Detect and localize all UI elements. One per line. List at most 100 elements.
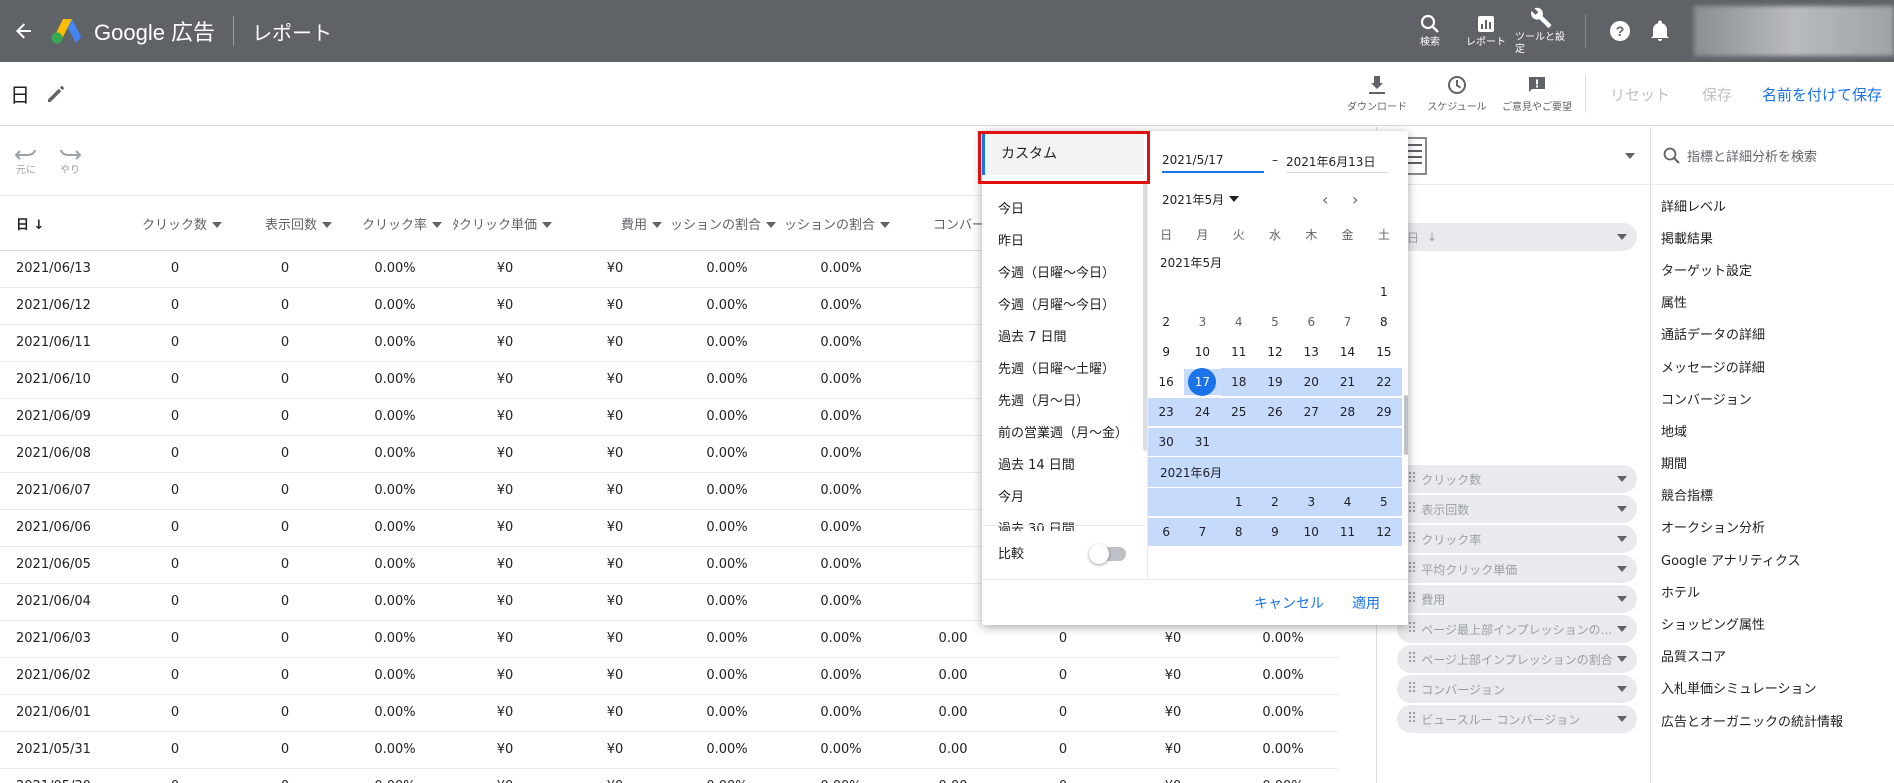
calendar-day[interactable]: 9 [1148, 339, 1184, 365]
calendar-day[interactable]: 12 [1365, 518, 1402, 546]
drag-handle-icon[interactable]: ⠿ [1407, 561, 1417, 577]
feedback-button[interactable]: ご意見やご要望 [1497, 75, 1577, 113]
column-header[interactable]: 表示回数 [230, 197, 340, 251]
metric-category[interactable]: ショッピング属性 [1651, 607, 1894, 639]
preset-item[interactable]: 今週（月曜～今日） [982, 287, 1145, 319]
metrics-search[interactable]: 指標と詳細分析を検索 [1651, 127, 1894, 185]
calendar-day[interactable]: 31 [1184, 428, 1221, 456]
chevron-down-icon[interactable] [880, 222, 891, 229]
calendar-day[interactable]: 18 [1220, 368, 1257, 396]
save-as-button[interactable]: 名前を付けて保存 [1762, 84, 1882, 105]
calendar-day[interactable]: 29 [1365, 398, 1402, 426]
calendar-day[interactable]: 21 [1329, 368, 1366, 396]
chevron-down-icon[interactable] [1617, 656, 1627, 662]
calendar-day[interactable]: 22 [1365, 368, 1402, 396]
calendar-scrollbar[interactable] [1404, 395, 1408, 455]
calendar-day[interactable]: 14 [1329, 339, 1365, 365]
cancel-button[interactable]: キャンセル [1254, 593, 1324, 613]
drag-handle-icon[interactable]: ⠿ [1407, 681, 1417, 697]
calendar-day[interactable]: 16 [1148, 369, 1184, 395]
chevron-down-icon[interactable] [1617, 596, 1627, 602]
drag-handle-icon[interactable]: ⠿ [1407, 501, 1417, 517]
metric-category[interactable]: 広告とオーガニックの統計情報 [1651, 704, 1894, 736]
month-selector[interactable]: 2021年5月 [1162, 191, 1224, 208]
calendar-day[interactable]: 5 [1365, 488, 1402, 516]
save-button[interactable]: 保存 [1702, 84, 1732, 105]
chevron-down-icon[interactable] [1617, 566, 1627, 572]
apply-button[interactable]: 適用 [1352, 593, 1380, 613]
header-search-button[interactable]: 検索 [1403, 14, 1457, 49]
metric-category[interactable]: 入札単価シミュレーション [1651, 672, 1894, 704]
calendar-day[interactable]: 10 [1293, 518, 1330, 546]
preset-item[interactable]: 今週（日曜～今日） [982, 255, 1145, 287]
calendar-day[interactable]: 3 [1293, 488, 1330, 516]
metric-category[interactable]: 競合指標 [1651, 479, 1894, 511]
redo-button[interactable]: やり [58, 147, 82, 176]
pencil-edit-icon[interactable] [46, 84, 66, 104]
preset-item[interactable]: 過去 7 日間 [982, 319, 1145, 351]
calendar-day[interactable]: 17 [1184, 368, 1221, 396]
column-chip[interactable]: ⠿ クリック率 [1397, 525, 1637, 553]
calendar-day[interactable]: 4 [1329, 488, 1366, 516]
drag-handle-icon[interactable]: ⠿ [1407, 591, 1417, 607]
calendar-day[interactable]: 20 [1293, 368, 1330, 396]
column-chip[interactable]: ⠿ クリック数 [1397, 465, 1637, 493]
calendar-day[interactable]: 27 [1293, 398, 1330, 426]
chevron-down-icon[interactable] [1617, 686, 1627, 692]
calendar-day[interactable]: 13 [1293, 339, 1329, 365]
calendar-day[interactable]: 30 [1148, 428, 1185, 456]
preset-item[interactable]: 過去 14 日間 [982, 447, 1145, 479]
calendar-day[interactable]: 10 [1184, 339, 1220, 365]
chevron-down-icon[interactable] [432, 222, 442, 229]
compare-toggle[interactable] [1089, 544, 1126, 564]
calendar-day[interactable]: 6 [1148, 518, 1185, 546]
chevron-down-icon[interactable] [1617, 626, 1627, 632]
download-button[interactable]: ダウンロード [1337, 75, 1417, 113]
column-header[interactable]: ﾀクリック単価 [450, 197, 560, 251]
calendar-day[interactable]: 7 [1329, 309, 1365, 335]
chevron-right-icon[interactable]: › [1352, 190, 1358, 209]
metric-category[interactable]: 掲載結果 [1651, 221, 1894, 253]
preset-scrollbar[interactable] [1143, 183, 1147, 451]
preset-item[interactable]: 前の営業週（月～金） [982, 415, 1145, 447]
metric-category[interactable]: メッセージの詳細 [1651, 350, 1894, 382]
calendar-day[interactable]: 19 [1256, 368, 1294, 396]
end-date-input[interactable]: 2021年6月13日 [1286, 147, 1388, 173]
preset-item[interactable]: 先週（月～日） [982, 383, 1145, 415]
sort-row[interactable]: 日 ↓ [1397, 223, 1637, 251]
preset-item[interactable]: 先週（日曜～土曜） [982, 351, 1145, 383]
chevron-down-icon[interactable] [1617, 506, 1627, 512]
chevron-down-icon[interactable] [652, 222, 662, 229]
metric-category[interactable]: 詳細レベル [1651, 189, 1894, 221]
chevron-down-icon[interactable] [1617, 536, 1627, 542]
calendar-day[interactable]: 11 [1329, 518, 1366, 546]
column-chip[interactable]: ⠿ ページ上部インプレッションの割合 [1397, 645, 1637, 673]
undo-button[interactable]: 元に [14, 147, 38, 176]
calendar-day[interactable]: 7 [1184, 518, 1221, 546]
column-chip[interactable]: ⠿ 費用 [1397, 585, 1637, 613]
metric-category[interactable]: ターゲット設定 [1651, 253, 1894, 285]
chevron-down-icon[interactable] [1617, 476, 1627, 482]
column-chip[interactable]: ⠿ 表示回数 [1397, 495, 1637, 523]
calendar-day[interactable]: 5 [1257, 309, 1293, 335]
chevron-down-icon[interactable] [322, 222, 332, 229]
start-date-input[interactable]: 2021/5/17 [1162, 147, 1264, 173]
column-chip[interactable]: ⠿ コンバージョン [1397, 675, 1637, 703]
calendar-day[interactable]: 11 [1221, 339, 1257, 365]
schedule-button[interactable]: スケジュール [1417, 75, 1497, 113]
chevron-left-icon[interactable]: ‹ [1322, 190, 1328, 209]
google-ads-logo-icon[interactable] [50, 17, 84, 45]
calendar-day[interactable]: 6 [1293, 309, 1329, 335]
metric-category[interactable]: 地域 [1651, 414, 1894, 446]
preset-item[interactable]: 今日 [982, 191, 1145, 223]
calendar-day[interactable]: 12 [1257, 339, 1293, 365]
preset-item[interactable]: 今月 [982, 479, 1145, 511]
metric-category[interactable]: 属性 [1651, 286, 1894, 318]
drag-handle-icon[interactable]: ⠿ [1407, 531, 1417, 547]
chevron-down-icon[interactable] [766, 222, 777, 229]
reset-button[interactable]: リセット [1610, 84, 1670, 105]
preset-item[interactable]: 昨日 [982, 223, 1145, 255]
chevron-down-icon[interactable] [1229, 196, 1240, 202]
chevron-down-icon[interactable] [1617, 716, 1627, 722]
chevron-down-icon[interactable] [1625, 152, 1635, 159]
